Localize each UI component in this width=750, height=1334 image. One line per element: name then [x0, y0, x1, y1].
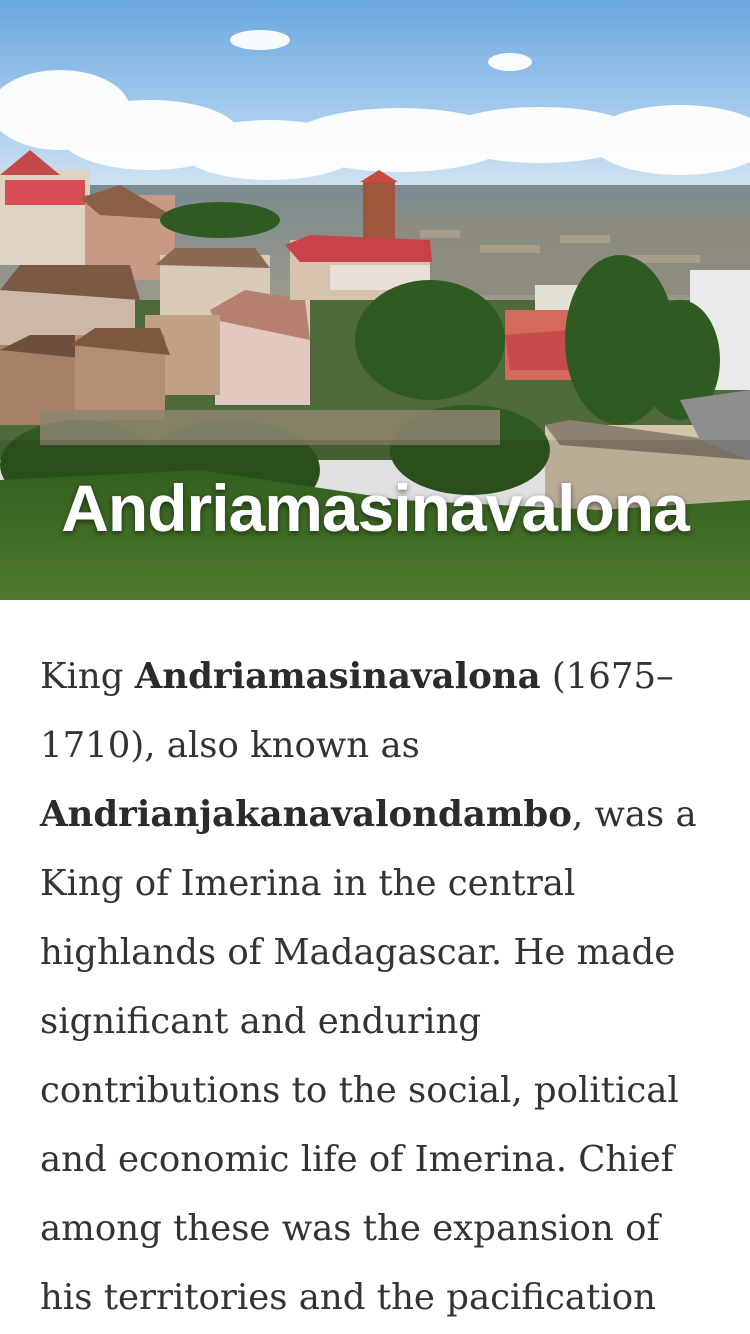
- intro-paragraph: King Andriamasinavalona (1675–1710), als…: [40, 642, 710, 1332]
- intro-prefix: King: [40, 656, 135, 697]
- article-body: King Andriamasinavalona (1675–1710), als…: [0, 600, 750, 1332]
- page-title: Andriamasinavalona: [61, 471, 690, 545]
- subject-alias: Andrianjakanavalondambo: [40, 794, 572, 835]
- hero-image: Andriamasinavalona: [0, 0, 750, 600]
- intro-rest: , was a King of Imerina in the central h…: [40, 794, 697, 1318]
- subject-name: Andriamasinavalona: [134, 656, 541, 697]
